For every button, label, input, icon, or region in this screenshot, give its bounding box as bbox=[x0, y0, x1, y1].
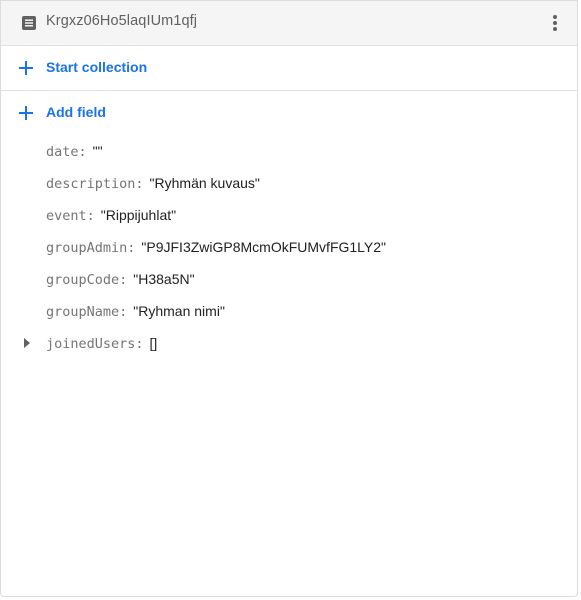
field-key-label: date: bbox=[46, 144, 87, 160]
field-key: groupAdmin: "P9JFI3ZwiGP8McmOkFUMvfFG1LY2… bbox=[46, 238, 386, 257]
field-key-label: description: bbox=[46, 176, 144, 192]
more-vert-icon[interactable] bbox=[545, 11, 565, 35]
document-id: Krgxz06Ho5laqIUm1qfj bbox=[46, 13, 198, 29]
plus-icon bbox=[19, 106, 33, 120]
field-row-event[interactable]: event: "Rippijuhlat" bbox=[1, 199, 577, 231]
field-row-groupcode[interactable]: groupCode: "H38a5N" bbox=[1, 263, 577, 295]
field-key: event: "Rippijuhlat" bbox=[46, 206, 176, 225]
document-panel: Krgxz06Ho5laqIUm1qfj Start collection Ad… bbox=[0, 0, 578, 597]
field-key: joinedUsers: [] bbox=[46, 334, 157, 353]
field-row-joinedusers[interactable]: joinedUsers: [] bbox=[1, 327, 577, 359]
plus-icon bbox=[19, 61, 33, 75]
field-row-groupname[interactable]: groupName: "Ryhman nimi" bbox=[1, 295, 577, 327]
field-value: "Rippijuhlat" bbox=[100, 207, 177, 223]
field-row-description[interactable]: description: "Ryhmän kuvaus" bbox=[1, 167, 577, 199]
field-value: "" bbox=[92, 143, 103, 159]
field-value: "Ryhmän kuvaus" bbox=[149, 175, 260, 191]
field-key: description: "Ryhmän kuvaus" bbox=[46, 174, 260, 193]
field-value: "H38a5N" bbox=[133, 271, 195, 287]
field-row-date[interactable]: date: "" bbox=[1, 135, 577, 167]
field-value: [] bbox=[149, 335, 158, 351]
add-field-label: Add field bbox=[46, 104, 106, 120]
caret-right-icon[interactable] bbox=[22, 337, 32, 349]
field-key: groupCode: "H38a5N" bbox=[46, 270, 195, 289]
field-key-label: groupName: bbox=[46, 304, 128, 320]
field-key-label: event: bbox=[46, 208, 95, 224]
field-key: groupName: "Ryhman nimi" bbox=[46, 302, 225, 321]
start-collection-label: Start collection bbox=[46, 59, 148, 75]
field-row-groupadmin[interactable]: groupAdmin: "P9JFI3ZwiGP8McmOkFUMvfFG1LY2… bbox=[1, 231, 577, 263]
add-field-button[interactable]: Add field bbox=[1, 91, 577, 135]
field-key: date: "" bbox=[46, 142, 103, 161]
start-collection-button[interactable]: Start collection bbox=[1, 46, 577, 91]
field-value: "Ryhman nimi" bbox=[133, 303, 225, 319]
field-list: date: "" description: "Ryhmän kuvaus" even… bbox=[1, 135, 577, 359]
document-icon bbox=[22, 16, 36, 30]
field-key-label: groupAdmin: bbox=[46, 240, 136, 256]
field-value: "P9JFI3ZwiGP8McmOkFUMvfFG1LY2" bbox=[141, 239, 387, 255]
document-header: Krgxz06Ho5laqIUm1qfj bbox=[1, 1, 577, 46]
field-key-label: groupCode: bbox=[46, 272, 128, 288]
field-key-label: joinedUsers: bbox=[46, 336, 144, 352]
